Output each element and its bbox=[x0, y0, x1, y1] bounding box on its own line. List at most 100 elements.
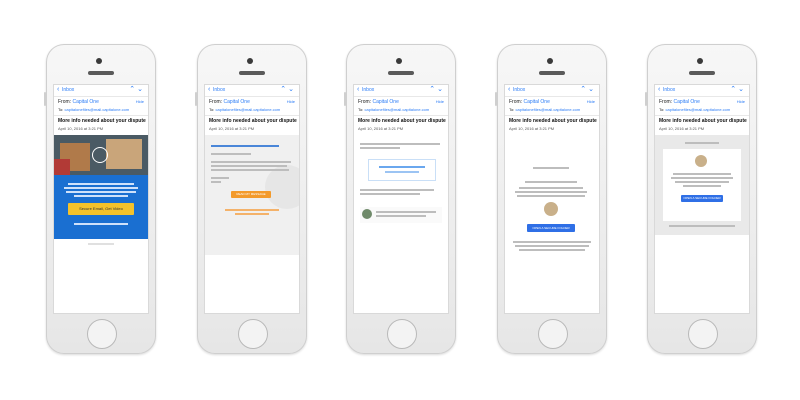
camera-icon bbox=[96, 58, 102, 64]
message-nav-arrows-icon[interactable]: ⌃⌄ bbox=[429, 85, 445, 93]
back-chevron-icon[interactable]: ‹ bbox=[57, 86, 59, 93]
secure-email-button[interactable]: Secure Email, Get Video bbox=[68, 203, 134, 215]
email-date: April 10, 2016 at 3:21 PM bbox=[358, 126, 404, 131]
phone-mockup-5: ‹ Inbox ⌃⌄ From: Capital One Hide To: ca… bbox=[645, 44, 757, 354]
to-line: To: capitalonefiles@mail.capitalone.com bbox=[659, 107, 731, 112]
mail-nav-bar: ‹ Inbox ⌃⌄ bbox=[354, 85, 448, 97]
mail-nav-bar: ‹ Inbox ⌃⌄ bbox=[655, 85, 749, 97]
mail-nav-bar: ‹ Inbox ⌃⌄ bbox=[205, 85, 299, 97]
hide-link[interactable]: Hide bbox=[737, 99, 745, 104]
message-body-panel: READ MY MESSAGE bbox=[205, 135, 299, 255]
to-line: To: capitalonefiles@mail.capitalone.com bbox=[209, 107, 281, 112]
from-line: From: Capital One bbox=[58, 99, 99, 105]
speaker-grille bbox=[388, 71, 414, 75]
from-line: From: Capital One bbox=[509, 99, 550, 105]
email-subject: More info needed about your dispute bbox=[58, 118, 146, 124]
hide-link[interactable]: Hide bbox=[436, 99, 444, 104]
from-line: From: Capital One bbox=[358, 99, 399, 105]
email-subject: More info needed about your dispute bbox=[358, 118, 446, 124]
hide-link[interactable]: Hide bbox=[287, 99, 295, 104]
email-date: April 10, 2016 at 3:21 PM bbox=[659, 126, 705, 131]
recipient-address[interactable]: capitalonefiles@mail.capitalone.com bbox=[515, 107, 580, 112]
video-thumbnail[interactable] bbox=[54, 135, 148, 175]
home-button bbox=[238, 319, 268, 349]
email-screen-5: ‹ Inbox ⌃⌄ From: Capital One Hide To: ca… bbox=[655, 85, 749, 313]
inbox-link[interactable]: Inbox bbox=[513, 87, 525, 93]
back-chevron-icon[interactable]: ‹ bbox=[508, 86, 510, 93]
home-button bbox=[87, 319, 117, 349]
email-header: From: Capital One Hide To: capitalonefil… bbox=[54, 97, 148, 116]
sender-name[interactable]: Capital One bbox=[372, 99, 398, 105]
to-line: To: capitalonefiles@mail.capitalone.com bbox=[58, 107, 130, 112]
recipient-address[interactable]: capitalonefiles@mail.capitalone.com bbox=[665, 107, 730, 112]
footer-note bbox=[360, 207, 442, 223]
camera-icon bbox=[247, 58, 253, 64]
home-button bbox=[538, 319, 568, 349]
email-header: From: Capital One Hide To: capitalonefil… bbox=[354, 97, 448, 116]
back-chevron-icon[interactable]: ‹ bbox=[357, 86, 359, 93]
message-nav-arrows-icon[interactable]: ⌃⌄ bbox=[129, 85, 145, 93]
open-secure-folder-button[interactable]: OPEN A SECURE FOLDER bbox=[681, 195, 723, 202]
phone-mockup-1: ‹ Inbox ⌃⌄ From: Capital One Hide To: ca… bbox=[44, 44, 156, 354]
speaker-grille bbox=[239, 71, 265, 75]
hide-link[interactable]: Hide bbox=[136, 99, 144, 104]
avatar-icon bbox=[362, 209, 372, 219]
inbox-link[interactable]: Inbox bbox=[362, 87, 374, 93]
from-line: From: Capital One bbox=[209, 99, 250, 105]
email-subject: More info needed about your dispute bbox=[659, 118, 747, 124]
read-message-button[interactable]: READ MY MESSAGE bbox=[231, 191, 271, 198]
sender-name[interactable]: Capital One bbox=[223, 99, 249, 105]
camera-icon bbox=[697, 58, 703, 64]
recipient-address[interactable]: capitalonefiles@mail.capitalone.com bbox=[64, 107, 129, 112]
hide-link[interactable]: Hide bbox=[587, 99, 595, 104]
to-line: To: capitalonefiles@mail.capitalone.com bbox=[358, 107, 430, 112]
message-nav-arrows-icon[interactable]: ⌃⌄ bbox=[280, 85, 296, 93]
camera-icon bbox=[396, 58, 402, 64]
to-line: To: capitalonefiles@mail.capitalone.com bbox=[509, 107, 581, 112]
open-secure-folder-button[interactable]: OPEN A SECURE FOLDER bbox=[527, 224, 575, 232]
from-line: From: Capital One bbox=[659, 99, 700, 105]
sender-name[interactable]: Capital One bbox=[523, 99, 549, 105]
attachment-box[interactable] bbox=[368, 159, 436, 181]
sender-avatar bbox=[544, 202, 558, 216]
email-subject: More info needed about your dispute bbox=[509, 118, 597, 124]
speaker-grille bbox=[689, 71, 715, 75]
mail-nav-bar: ‹ Inbox ⌃⌄ bbox=[505, 85, 599, 97]
phone-mockup-4: ‹ Inbox ⌃⌄ From: Capital One Hide To: ca… bbox=[495, 44, 607, 354]
email-header: From: Capital One Hide To: capitalonefil… bbox=[655, 97, 749, 116]
message-body-panel: OPEN A SECURE FOLDER bbox=[655, 135, 749, 235]
inbox-link[interactable]: Inbox bbox=[663, 87, 675, 93]
sender-name[interactable]: Capital One bbox=[673, 99, 699, 105]
inbox-link[interactable]: Inbox bbox=[62, 87, 74, 93]
speaker-grille bbox=[88, 71, 114, 75]
email-screen-3: ‹ Inbox ⌃⌄ From: Capital One Hide To: ca… bbox=[354, 85, 448, 313]
email-date: April 10, 2016 at 3:21 PM bbox=[209, 126, 255, 131]
recipient-address[interactable]: capitalonefiles@mail.capitalone.com bbox=[215, 107, 280, 112]
email-screen-1: ‹ Inbox ⌃⌄ From: Capital One Hide To: ca… bbox=[54, 85, 148, 313]
play-icon[interactable] bbox=[92, 147, 108, 163]
mail-nav-bar: ‹ Inbox ⌃⌄ bbox=[54, 85, 148, 97]
sender-avatar bbox=[695, 155, 707, 167]
message-card: OPEN A SECURE FOLDER bbox=[663, 149, 741, 221]
blue-banner: Secure Email, Get Video bbox=[54, 175, 148, 239]
inbox-link[interactable]: Inbox bbox=[213, 87, 225, 93]
email-screen-4: ‹ Inbox ⌃⌄ From: Capital One Hide To: ca… bbox=[505, 85, 599, 313]
home-button bbox=[387, 319, 417, 349]
email-screen-2: ‹ Inbox ⌃⌄ From: Capital One Hide To: ca… bbox=[205, 85, 299, 313]
email-subject: More info needed about your dispute bbox=[209, 118, 297, 124]
phone-mockup-3: ‹ Inbox ⌃⌄ From: Capital One Hide To: ca… bbox=[344, 44, 456, 354]
camera-icon bbox=[547, 58, 553, 64]
speaker-grille bbox=[539, 71, 565, 75]
home-button bbox=[688, 319, 718, 349]
recipient-address[interactable]: capitalonefiles@mail.capitalone.com bbox=[364, 107, 429, 112]
email-header: From: Capital One Hide To: capitalonefil… bbox=[205, 97, 299, 116]
phone-mockup-2: ‹ Inbox ⌃⌄ From: Capital One Hide To: ca… bbox=[195, 44, 307, 354]
message-nav-arrows-icon[interactable]: ⌃⌄ bbox=[730, 85, 746, 93]
email-date: April 10, 2016 at 3:21 PM bbox=[58, 126, 104, 131]
email-header: From: Capital One Hide To: capitalonefil… bbox=[505, 97, 599, 116]
email-date: April 10, 2016 at 3:21 PM bbox=[509, 126, 555, 131]
sender-name[interactable]: Capital One bbox=[72, 99, 98, 105]
back-chevron-icon[interactable]: ‹ bbox=[208, 86, 210, 93]
back-chevron-icon[interactable]: ‹ bbox=[658, 86, 660, 93]
message-nav-arrows-icon[interactable]: ⌃⌄ bbox=[580, 85, 596, 93]
